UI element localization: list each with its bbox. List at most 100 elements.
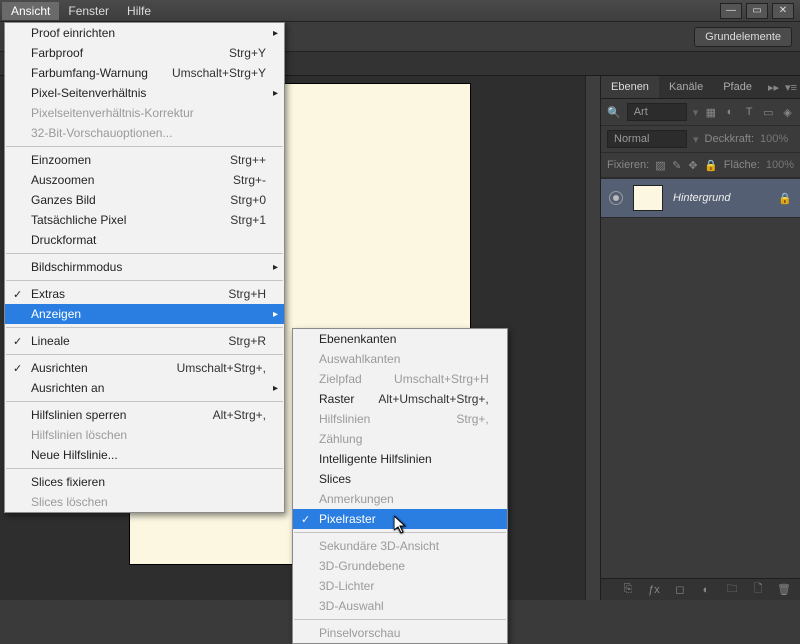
new-group-icon[interactable]: 🗀 xyxy=(724,582,740,598)
opacity-value[interactable]: 100% xyxy=(760,133,788,145)
menubar-item-window[interactable]: Fenster xyxy=(59,2,118,20)
layer-thumbnail[interactable] xyxy=(633,185,663,211)
filter-type-icon[interactable]: T xyxy=(743,104,756,120)
menubar-item-view[interactable]: Ansicht xyxy=(2,2,59,20)
view-menu-item[interactable]: Proof einrichten xyxy=(5,23,284,43)
view-menu-item[interactable]: Einzoomen Strg++ xyxy=(5,150,284,170)
menu-item-label: Raster xyxy=(319,392,354,406)
delete-layer-icon[interactable]: 🗑 xyxy=(776,582,792,598)
menu-item-label: Bildschirmmodus xyxy=(31,260,266,274)
view-menu-item[interactable]: Ganzes BildStrg+0 xyxy=(5,190,284,210)
view-menu-item[interactable]: Druckformat xyxy=(5,230,284,250)
view-menu-item[interactable]: ExtrasStrg+H xyxy=(5,284,284,304)
view-menu-item[interactable]: Bildschirmmodus xyxy=(5,257,284,277)
view-menu-item[interactable]: FarbproofStrg+Y xyxy=(5,43,284,63)
window-maximize-button[interactable]: ▭ xyxy=(746,3,768,19)
filter-shape-icon[interactable]: ▭ xyxy=(762,104,775,120)
search-icon[interactable]: 🔍 xyxy=(607,106,621,119)
menu-item-label: Auszoomen xyxy=(31,173,209,187)
show-submenu-item: HilfslinienStrg+, xyxy=(293,409,507,429)
tab-layers[interactable]: Ebenen xyxy=(601,76,659,98)
view-menu-item: Hilfslinien löschen xyxy=(5,425,284,445)
view-menu-item[interactable]: LinealeStrg+R xyxy=(5,331,284,351)
layer-name[interactable]: Hintergrund xyxy=(673,192,768,204)
menu-item-label: Slices löschen xyxy=(31,495,266,509)
layer-style-icon[interactable]: ƒx xyxy=(646,582,662,598)
opacity-label: Deckkraft: xyxy=(705,133,755,145)
menu-item-shortcut: Strg+H xyxy=(228,287,266,301)
menu-separator xyxy=(6,354,283,355)
show-submenu-item[interactable]: Slices xyxy=(293,469,507,489)
menu-item-shortcut: Strg++ xyxy=(230,153,266,167)
view-menu-item[interactable]: Hilfslinien sperrenAlt+Strg+, xyxy=(5,405,284,425)
menu-item-shortcut: Alt+Umschalt+Strg+, xyxy=(378,392,488,406)
show-submenu-item[interactable]: Intelligente Hilfslinien xyxy=(293,449,507,469)
layer-mask-icon[interactable]: ◻ xyxy=(672,582,688,598)
menu-item-label: Anzeigen xyxy=(31,307,266,321)
lock-icon[interactable]: 🔒 xyxy=(778,192,792,205)
layer-row[interactable]: Hintergrund 🔒 xyxy=(601,178,800,218)
menu-item-label: Ausrichten xyxy=(31,361,153,375)
menu-item-shortcut: Strg+- xyxy=(233,173,266,187)
show-submenu-item[interactable]: Pixelraster xyxy=(293,509,507,529)
filter-adjust-icon[interactable]: ◐ xyxy=(723,104,736,120)
menu-item-label: Tatsächliche Pixel xyxy=(31,213,206,227)
menu-separator xyxy=(6,401,283,402)
show-submenu-item[interactable]: Raster Alt+Umschalt+Strg+, xyxy=(293,389,507,409)
show-submenu-item: 3D-Auswahl xyxy=(293,596,507,616)
view-menu-item[interactable]: Tatsächliche PixelStrg+1 xyxy=(5,210,284,230)
view-menu-item[interactable]: Slices fixieren xyxy=(5,472,284,492)
layers-panel: Ebenen Kanäle Pfade ▸▸ ▾≡ 🔍 Art ▾ ▦ ◐ T … xyxy=(600,76,800,600)
menu-item-label: Farbproof xyxy=(31,46,205,60)
menu-item-label: Einzoomen xyxy=(31,153,206,167)
workspace-switcher[interactable]: Grundelemente xyxy=(694,27,792,47)
menu-item-label: Hilfslinien löschen xyxy=(31,428,266,442)
window-minimize-button[interactable]: ― xyxy=(720,3,742,19)
menu-bar: Ansicht Fenster Hilfe ― ▭ ✕ xyxy=(0,0,800,22)
lock-transparent-icon[interactable]: ▨ xyxy=(655,157,665,173)
menubar-item-help[interactable]: Hilfe xyxy=(118,2,160,20)
menu-item-label: Ganzes Bild xyxy=(31,193,206,207)
show-submenu-item[interactable]: Ebenenkanten xyxy=(293,329,507,349)
menu-item-shortcut: Alt+Strg+, xyxy=(213,408,266,422)
view-menu-item[interactable]: Auszoomen Strg+- xyxy=(5,170,284,190)
menu-separator xyxy=(6,146,283,147)
filter-pixel-icon[interactable]: ▦ xyxy=(704,104,717,120)
panel-collapse-icon[interactable]: ▸▸ xyxy=(768,81,779,94)
layer-filter-kind[interactable]: Art xyxy=(627,103,687,121)
view-menu-item[interactable]: Ausrichten an xyxy=(5,378,284,398)
adjustment-layer-icon[interactable]: ◐ xyxy=(698,582,714,598)
menu-item-label: 3D-Lichter xyxy=(319,579,489,593)
menu-item-label: Farbumfang-Warnung xyxy=(31,66,148,80)
fill-label: Fläche: xyxy=(724,159,760,171)
blend-mode-select[interactable]: Normal xyxy=(607,130,687,148)
tab-paths[interactable]: Pfade xyxy=(713,76,762,98)
tab-channels[interactable]: Kanäle xyxy=(659,76,713,98)
view-menu-item[interactable]: Pixel-Seitenverhältnis xyxy=(5,83,284,103)
menu-item-label: Intelligente Hilfslinien xyxy=(319,452,489,466)
fill-value[interactable]: 100% xyxy=(766,159,794,171)
visibility-toggle-icon[interactable] xyxy=(609,191,623,205)
view-menu-item[interactable]: Anzeigen xyxy=(5,304,284,324)
new-layer-icon[interactable]: 🗋 xyxy=(750,582,766,598)
view-menu-item[interactable]: Neue Hilfslinie... xyxy=(5,445,284,465)
menu-item-label: Slices fixieren xyxy=(31,475,266,489)
menu-item-label: 32-Bit-Vorschauoptionen... xyxy=(31,126,266,140)
menu-item-shortcut: Umschalt+Strg+H xyxy=(394,372,489,386)
lock-pixels-icon[interactable]: ✎ xyxy=(672,157,682,173)
menu-item-shortcut: Strg+R xyxy=(228,334,266,348)
view-menu-item: 32-Bit-Vorschauoptionen... xyxy=(5,123,284,143)
menu-item-label: Hilfslinien xyxy=(319,412,432,426)
show-submenu-item: 3D-Lichter xyxy=(293,576,507,596)
menu-separator xyxy=(6,280,283,281)
window-close-button[interactable]: ✕ xyxy=(772,3,794,19)
menu-item-label: Druckformat xyxy=(31,233,266,247)
link-layers-icon[interactable]: ⎘ xyxy=(620,582,636,598)
lock-all-icon[interactable]: 🔒 xyxy=(704,157,718,173)
lock-position-icon[interactable]: ✥ xyxy=(688,157,698,173)
panel-menu-icon[interactable]: ▾≡ xyxy=(785,81,797,94)
menu-item-label: Proof einrichten xyxy=(31,26,266,40)
filter-smart-icon[interactable]: ◈ xyxy=(781,104,794,120)
view-menu-item[interactable]: Farbumfang-WarnungUmschalt+Strg+Y xyxy=(5,63,284,83)
view-menu-item[interactable]: AusrichtenUmschalt+Strg+, xyxy=(5,358,284,378)
